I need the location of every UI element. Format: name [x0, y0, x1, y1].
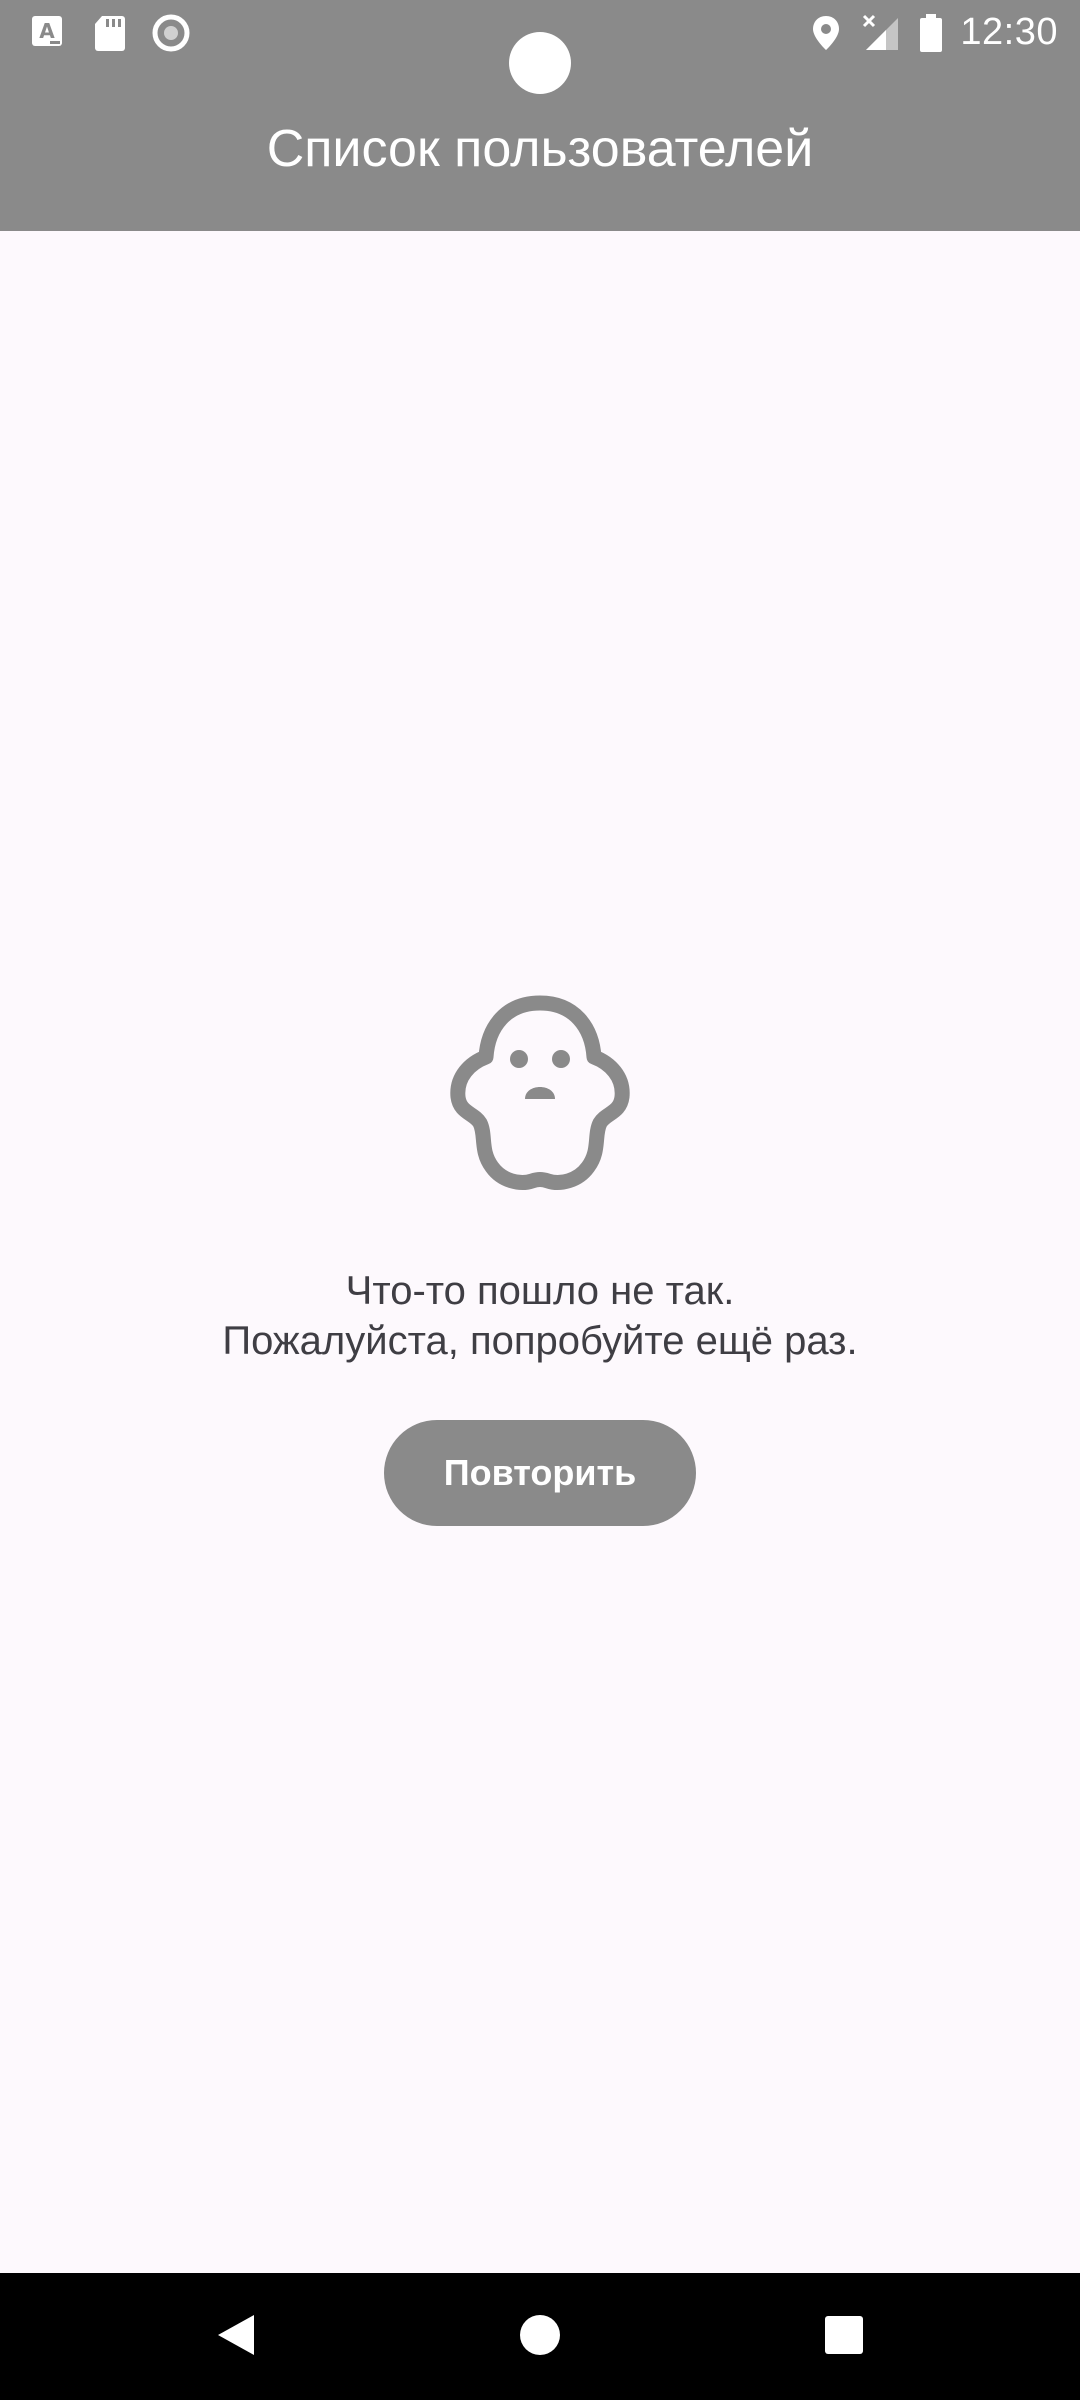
text-input-icon: A [32, 16, 62, 46]
status-time: 12:30 [960, 11, 1058, 53]
sd-card-icon [95, 16, 125, 51]
error-message: Что-то пошло не так. Пожалуйста, попробу… [0, 1266, 1080, 1366]
svg-text:A: A [39, 19, 55, 43]
battery-icon [920, 14, 942, 52]
retry-button[interactable]: Повторить [384, 1420, 696, 1526]
ghost-icon [450, 995, 630, 1190]
navigation-bar [0, 2273, 1080, 2400]
error-message-line-1: Что-то пошло не так. [345, 1269, 735, 1313]
signal-no-data-icon [862, 14, 898, 50]
app-bar: A 12:30 Список пользователей [0, 0, 1080, 231]
error-message-line-2: Пожалуйста, попробуйте ещё раз. [222, 1319, 858, 1363]
camera-cutout [509, 32, 571, 94]
location-icon [813, 16, 839, 50]
home-icon[interactable] [500, 2295, 580, 2375]
page-title: Список пользователей [266, 120, 814, 178]
recents-icon[interactable] [804, 2295, 884, 2375]
record-icon [152, 14, 190, 52]
back-icon[interactable] [196, 2295, 276, 2375]
